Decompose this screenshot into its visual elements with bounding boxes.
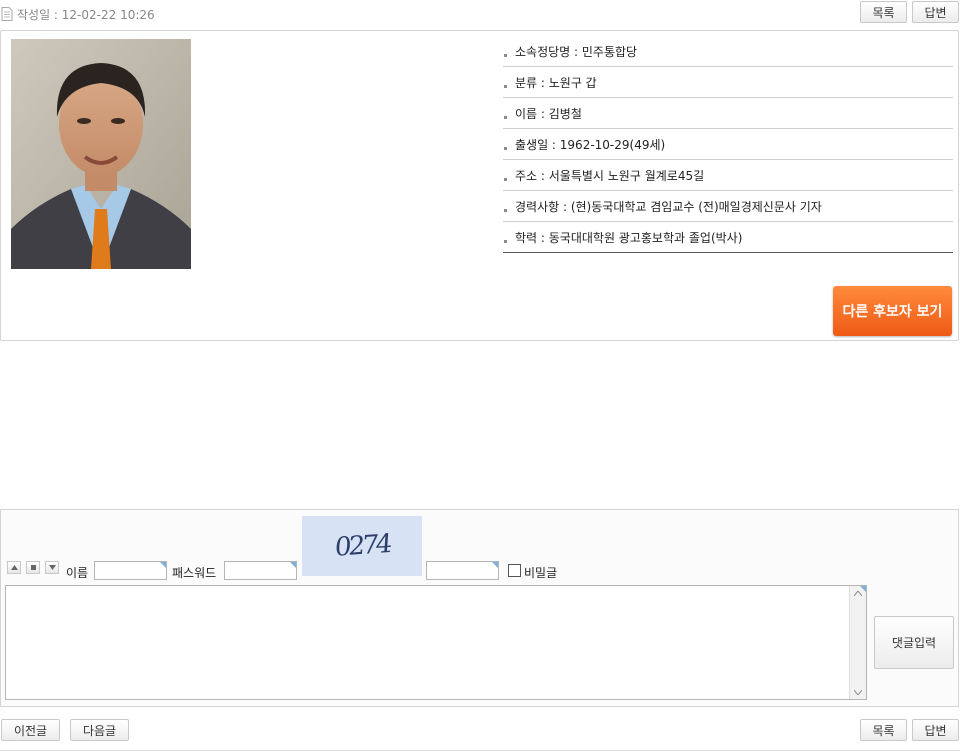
password-label: 패스워드 (172, 566, 217, 580)
info-row-education: 학력 : 동국대대학원 광고홍보학과 졸업(박사) (503, 222, 953, 253)
list-button-bottom[interactable]: 목록 (860, 719, 907, 741)
reply-button[interactable]: 답변 (912, 1, 959, 23)
bullet-icon (504, 239, 507, 243)
info-text: 학력 : 동국대대학원 광고홍보학과 졸업(박사) (515, 230, 743, 245)
arrow-up-icon[interactable] (7, 561, 21, 574)
info-text: 이름 : 김병철 (515, 106, 582, 121)
name-input[interactable] (94, 561, 167, 580)
reply-button-bottom[interactable]: 답변 (912, 719, 959, 741)
info-row-career: 경력사항 : (현)동국대학교 겸임교수 (전)매일경제신문사 기자 (503, 191, 953, 222)
prev-post-button[interactable]: 이전글 (1, 719, 60, 741)
secret-label: 비밀글 (524, 566, 558, 580)
info-text: 경력사항 : (현)동국대학교 겸임교수 (전)매일경제신문사 기자 (515, 199, 822, 214)
info-row-party: 소속정당명 : 민주통합당 (503, 36, 953, 67)
info-text: 주소 : 서울특별시 노원구 월계로45길 (515, 168, 705, 183)
bullet-icon (504, 177, 507, 181)
next-post-button[interactable]: 다음글 (70, 719, 129, 741)
bullet-icon (504, 53, 507, 57)
post-date: 작성일 : 12-02-22 10:26 (17, 8, 155, 22)
bullet-icon (504, 84, 507, 88)
corner-marker-icon (860, 586, 866, 592)
document-icon (1, 7, 13, 21)
captcha-image: 0274 (302, 516, 422, 576)
info-row-birthdate: 출생일 : 1962-10-29(49세) (503, 129, 953, 160)
list-button[interactable]: 목록 (860, 1, 907, 23)
info-text: 소속정당명 : 민주통합당 (515, 44, 638, 59)
footer-divider (0, 750, 960, 751)
bullet-icon (504, 208, 507, 212)
info-row-address: 주소 : 서울특별시 노원구 월계로45길 (503, 160, 953, 191)
square-icon[interactable] (26, 561, 40, 574)
info-text: 분류 : 노원구 갑 (515, 75, 597, 90)
textarea-scrollbar[interactable] (849, 586, 866, 699)
info-row-category: 분류 : 노원구 갑 (503, 67, 953, 98)
secret-checkbox[interactable] (508, 564, 521, 577)
info-row-name: 이름 : 김병철 (503, 98, 953, 129)
arrow-down-icon[interactable] (45, 561, 59, 574)
captcha-input[interactable] (426, 561, 499, 580)
name-label: 이름 (66, 566, 89, 580)
other-candidates-button[interactable]: 다른 후보자 보기 (833, 286, 952, 336)
password-input[interactable] (224, 561, 297, 580)
comment-textarea[interactable] (5, 585, 867, 700)
candidate-photo (11, 39, 191, 269)
captcha-text: 0274 (333, 529, 391, 563)
scroll-down-icon[interactable] (850, 685, 866, 699)
submit-comment-button[interactable]: 댓글입력 (874, 616, 954, 669)
info-text: 출생일 : 1962-10-29(49세) (515, 137, 666, 152)
bullet-icon (504, 115, 507, 119)
bullet-icon (504, 146, 507, 150)
